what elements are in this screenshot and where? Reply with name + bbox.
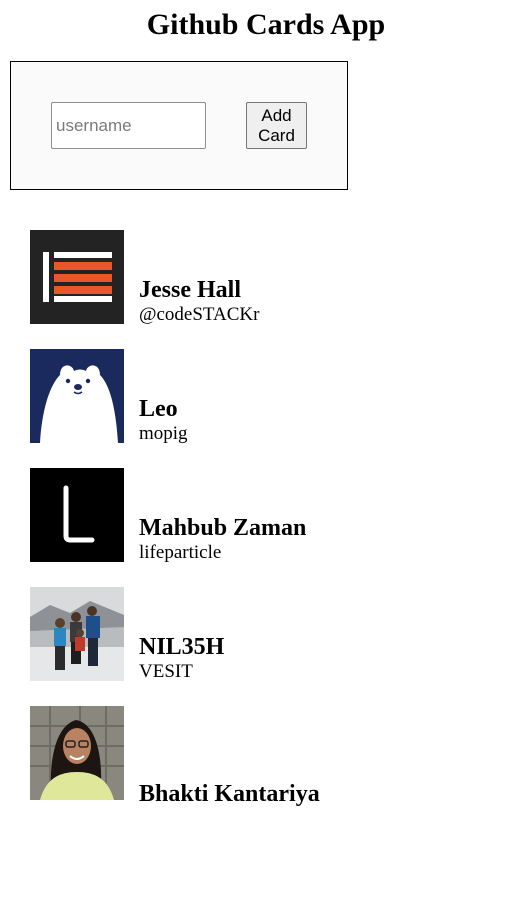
avatar: [30, 706, 124, 800]
card-list: Jesse Hall @codeSTACKr Leo mopig Mahbub …: [30, 230, 510, 825]
user-card: Leo mopig: [30, 349, 510, 445]
add-card-form: Add Card: [10, 61, 348, 190]
user-card: Jesse Hall @codeSTACKr: [30, 230, 510, 326]
card-info: NIL35H VESIT: [139, 634, 224, 683]
user-company: lifeparticle: [139, 542, 222, 563]
user-company: @codeSTACKr: [139, 304, 260, 325]
card-info: Leo mopig: [139, 396, 188, 445]
user-name: NIL35H: [139, 634, 225, 660]
add-card-button[interactable]: Add Card: [246, 102, 307, 149]
portrait-photo-icon: [30, 706, 124, 800]
app-title: Github Cards App: [146, 8, 386, 41]
user-name: Jesse Hall: [139, 277, 241, 303]
user-card: NIL35H VESIT: [30, 587, 510, 683]
avatar: [30, 468, 124, 562]
user-card: Bhakti Kantariya: [30, 706, 510, 807]
user-name: Mahbub Zaman: [139, 515, 307, 541]
group-photo-icon: [30, 587, 124, 681]
card-info: Mahbub Zaman lifeparticle: [139, 515, 306, 564]
avatar: [30, 349, 124, 443]
card-info: Jesse Hall @codeSTACKr: [139, 277, 259, 326]
user-name: Bhakti Kantariya: [139, 781, 320, 807]
username-input[interactable]: [51, 102, 206, 149]
avatar: [30, 230, 124, 324]
user-name: Leo: [139, 396, 178, 422]
stacked-bars-logo-icon: [30, 230, 124, 324]
user-company: VESIT: [139, 661, 193, 682]
user-company: mopig: [139, 423, 188, 444]
github-cards-page: Github Cards App Add Card: [0, 0, 527, 907]
polar-bear-icon: [30, 349, 124, 443]
user-card: Mahbub Zaman lifeparticle: [30, 468, 510, 564]
letter-l-icon: [30, 468, 124, 562]
avatar: [30, 587, 124, 681]
card-info: Bhakti Kantariya: [139, 781, 320, 808]
